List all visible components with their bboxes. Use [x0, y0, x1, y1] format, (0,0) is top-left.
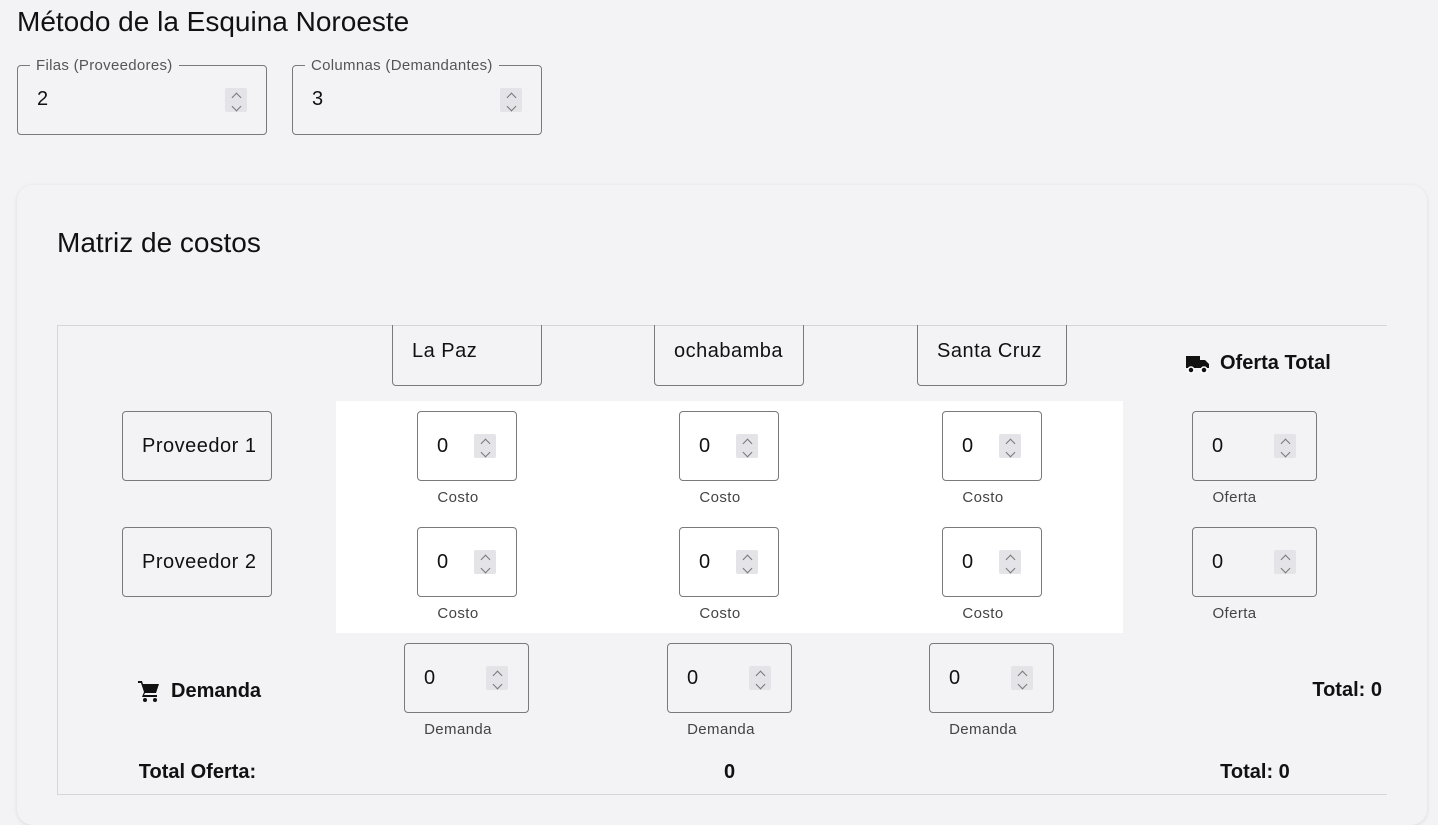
rows-stepper[interactable] — [225, 88, 247, 112]
cost-input[interactable]: 0 — [679, 411, 779, 481]
dest-header-cell: Santa Cruz — [861, 325, 1124, 402]
dest-header-cell: La Paz — [336, 325, 599, 402]
demand-label: Demanda — [171, 679, 262, 702]
offer-input[interactable]: 0 — [1192, 411, 1317, 481]
cost-caption: Costo — [962, 605, 1004, 622]
cols-field[interactable]: Columnas (Demandantes) 3 — [292, 57, 542, 135]
cost-cell: 0 Costo — [861, 401, 1124, 518]
destination-name-input[interactable]: ochabamba — [654, 325, 804, 386]
offer-input[interactable]: 0 — [1192, 527, 1317, 597]
offer-header-label: Oferta Total — [1220, 352, 1331, 374]
cost-stepper[interactable] — [474, 434, 496, 458]
offer-stepper[interactable] — [1274, 434, 1296, 458]
cols-stepper[interactable] — [500, 88, 522, 112]
total-offer-value: 0 — [723, 761, 736, 783]
provider-name-cell: Proveedor 1 — [57, 401, 337, 518]
offer-cell: 0 Oferta — [1123, 401, 1387, 518]
demand-caption: Demanda — [687, 721, 755, 738]
destination-name-input[interactable]: Santa Cruz — [917, 325, 1067, 386]
demand-total-cell: Total: 0 — [1123, 633, 1387, 750]
demand-cell: 0 Demanda — [336, 633, 599, 750]
cost-input[interactable]: 0 — [417, 527, 517, 597]
destination-name-input[interactable]: La Paz — [392, 325, 542, 386]
cost-caption: Costo — [437, 489, 479, 506]
offer-stepper[interactable] — [1274, 550, 1296, 574]
cost-stepper[interactable] — [999, 434, 1021, 458]
provider-name-input[interactable]: Proveedor 2 — [122, 527, 272, 597]
provider-name-input[interactable]: Proveedor 1 — [122, 411, 272, 481]
rows-field[interactable]: Filas (Proveedores) 2 — [17, 57, 267, 135]
cost-stepper[interactable] — [736, 550, 758, 574]
demand-stepper[interactable] — [749, 666, 771, 690]
demand-stepper[interactable] — [486, 666, 508, 690]
corner-cell — [57, 325, 337, 402]
cost-cell: 0 Costo — [336, 401, 599, 518]
provider-name-cell: Proveedor 2 — [57, 517, 337, 634]
cost-stepper[interactable] — [999, 550, 1021, 574]
grand-total: Total: 0 — [1220, 761, 1290, 783]
cost-stepper[interactable] — [736, 434, 758, 458]
cost-caption: Costo — [699, 605, 741, 622]
cost-input[interactable]: 0 — [417, 411, 517, 481]
cols-field-value[interactable]: 3 — [312, 88, 323, 111]
demand-input[interactable]: 0 — [667, 643, 792, 713]
total-offer-value-cell: 0 — [336, 749, 1124, 795]
offer-cell: 0 Oferta — [1123, 517, 1387, 634]
demand-caption: Demanda — [424, 721, 492, 738]
cost-matrix-card: Matriz de costos La Paz ochabamba Santa … — [17, 185, 1427, 825]
cost-input[interactable]: 0 — [942, 527, 1042, 597]
demand-input[interactable]: 0 — [929, 643, 1054, 713]
demand-cell: 0 Demanda — [861, 633, 1124, 750]
card-title: Matriz de costos — [57, 227, 261, 258]
cost-caption: Costo — [962, 489, 1004, 506]
cart-icon — [138, 681, 159, 702]
dest-header-cell: ochabamba — [598, 325, 862, 402]
cost-caption: Costo — [699, 489, 741, 506]
rows-field-value[interactable]: 2 — [37, 88, 48, 111]
demand-caption: Demanda — [949, 721, 1017, 738]
cost-caption: Costo — [437, 605, 479, 622]
offer-caption: Oferta — [1212, 489, 1257, 506]
truck-icon — [1186, 355, 1209, 374]
offer-header-cell: Oferta Total — [1123, 325, 1387, 402]
demand-input[interactable]: 0 — [404, 643, 529, 713]
total-offer-label: Total Oferta: — [138, 761, 257, 783]
cost-cell: 0 Costo — [336, 517, 599, 634]
total-offer-label-cell: Total Oferta: — [57, 749, 337, 795]
page-title: Método de la Esquina Noroeste — [17, 6, 410, 37]
demand-label-cell: Demanda — [57, 633, 337, 750]
cost-input[interactable]: 0 — [942, 411, 1042, 481]
cost-cell: 0 Costo — [598, 517, 862, 634]
demand-total: Total: 0 — [1312, 679, 1382, 701]
demand-cell: 0 Demanda — [598, 633, 862, 750]
cost-cell: 0 Costo — [598, 401, 862, 518]
offer-caption: Oferta — [1212, 605, 1257, 622]
cols-field-label: Columnas (Demandantes) — [305, 57, 499, 75]
rows-field-label: Filas (Proveedores) — [30, 57, 179, 75]
cost-input[interactable]: 0 — [679, 527, 779, 597]
demand-stepper[interactable] — [1011, 666, 1033, 690]
cost-matrix: La Paz ochabamba Santa Cruz Oferta Total… — [57, 325, 1387, 795]
cost-cell: 0 Costo — [861, 517, 1124, 634]
grand-total-cell: Total: 0 — [1123, 749, 1387, 795]
cost-stepper[interactable] — [474, 550, 496, 574]
